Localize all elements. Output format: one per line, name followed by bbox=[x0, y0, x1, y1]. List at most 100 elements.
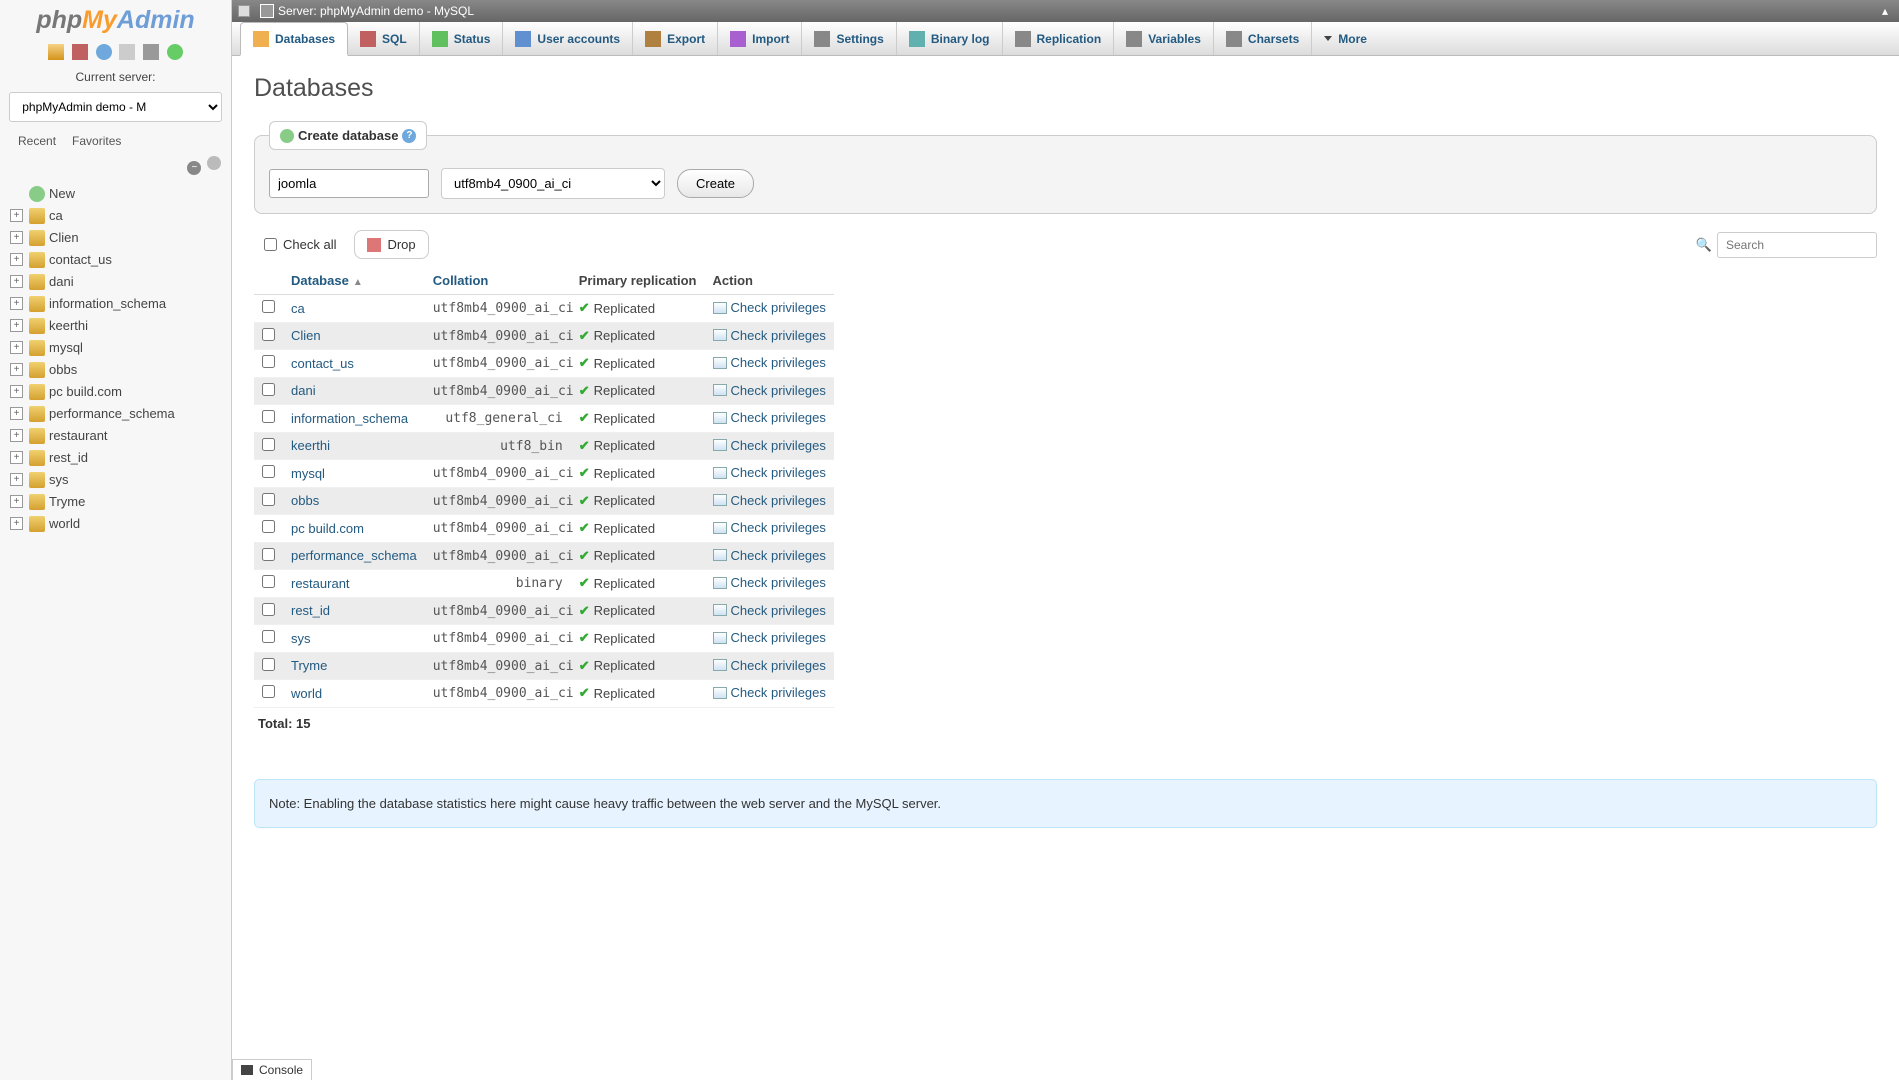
expand-icon[interactable]: + bbox=[10, 385, 23, 398]
database-link[interactable]: restaurant bbox=[291, 576, 350, 591]
col-collation[interactable]: Collation bbox=[425, 267, 571, 295]
check-privileges-link[interactable]: Check privileges bbox=[713, 383, 826, 398]
php-docs-icon[interactable] bbox=[119, 44, 135, 60]
docs-icon[interactable] bbox=[96, 44, 112, 60]
row-checkbox[interactable] bbox=[262, 658, 275, 671]
menu-databases[interactable]: Databases bbox=[240, 22, 348, 56]
tree-item[interactable]: +performance_schema bbox=[10, 403, 221, 425]
tree-item[interactable]: +world bbox=[10, 513, 221, 535]
nav-settings-icon[interactable] bbox=[143, 44, 159, 60]
menu-user-accounts[interactable]: User accounts bbox=[503, 22, 633, 55]
check-privileges-link[interactable]: Check privileges bbox=[713, 410, 826, 425]
col-database[interactable]: Database▲ bbox=[283, 267, 425, 295]
recent-tab[interactable]: Recent bbox=[10, 130, 64, 152]
tree-item[interactable]: +sys bbox=[10, 469, 221, 491]
expand-icon[interactable]: + bbox=[10, 363, 23, 376]
database-link[interactable]: obbs bbox=[291, 493, 319, 508]
drop-button[interactable]: Drop bbox=[354, 230, 428, 259]
expand-icon[interactable]: + bbox=[10, 495, 23, 508]
database-link[interactable]: Tryme bbox=[291, 658, 327, 673]
expand-icon[interactable]: + bbox=[10, 231, 23, 244]
check-privileges-link[interactable]: Check privileges bbox=[713, 685, 826, 700]
tree-item[interactable]: +information_schema bbox=[10, 293, 221, 315]
tree-item[interactable]: +keerthi bbox=[10, 315, 221, 337]
database-link[interactable]: pc build.com bbox=[291, 521, 364, 536]
create-button[interactable]: Create bbox=[677, 169, 754, 198]
collapse-tree-icon[interactable]: − bbox=[187, 161, 201, 175]
logout-icon[interactable] bbox=[72, 44, 88, 60]
database-link[interactable]: world bbox=[291, 686, 322, 701]
tree-item[interactable]: +contact_us bbox=[10, 249, 221, 271]
check-privileges-link[interactable]: Check privileges bbox=[713, 300, 826, 315]
collapse-sidebar-icon[interactable] bbox=[238, 5, 250, 17]
database-link[interactable]: performance_schema bbox=[291, 548, 417, 563]
check-privileges-link[interactable]: Check privileges bbox=[713, 520, 826, 535]
check-privileges-link[interactable]: Check privileges bbox=[713, 328, 826, 343]
check-privileges-link[interactable]: Check privileges bbox=[713, 493, 826, 508]
menu-charsets[interactable]: Charsets bbox=[1214, 22, 1312, 55]
row-checkbox[interactable] bbox=[262, 383, 275, 396]
tree-item[interactable]: +rest_id bbox=[10, 447, 221, 469]
menu-import[interactable]: Import bbox=[718, 22, 802, 55]
database-link[interactable]: sys bbox=[291, 631, 311, 646]
menu-export[interactable]: Export bbox=[633, 22, 718, 55]
row-checkbox[interactable] bbox=[262, 300, 275, 313]
menu-variables[interactable]: Variables bbox=[1114, 22, 1214, 55]
database-link[interactable]: contact_us bbox=[291, 356, 354, 371]
check-privileges-link[interactable]: Check privileges bbox=[713, 548, 826, 563]
expand-icon[interactable]: + bbox=[10, 451, 23, 464]
row-checkbox[interactable] bbox=[262, 548, 275, 561]
console-tab[interactable]: Console bbox=[232, 1059, 312, 1080]
expand-icon[interactable]: + bbox=[10, 341, 23, 354]
expand-icon[interactable]: + bbox=[10, 209, 23, 222]
check-privileges-link[interactable]: Check privileges bbox=[713, 575, 826, 590]
row-checkbox[interactable] bbox=[262, 493, 275, 506]
expand-icon[interactable]: + bbox=[10, 407, 23, 420]
expand-icon[interactable]: + bbox=[10, 517, 23, 530]
hide-topbar-icon[interactable]: ▴ bbox=[1877, 4, 1893, 18]
tree-item[interactable]: +dani bbox=[10, 271, 221, 293]
reload-icon[interactable] bbox=[167, 44, 183, 60]
database-link[interactable]: information_schema bbox=[291, 411, 408, 426]
row-checkbox[interactable] bbox=[262, 355, 275, 368]
database-name-input[interactable] bbox=[269, 169, 429, 198]
server-select[interactable]: phpMyAdmin demo - M bbox=[9, 92, 222, 122]
database-link[interactable]: dani bbox=[291, 383, 316, 398]
tree-item[interactable]: +obbs bbox=[10, 359, 221, 381]
row-checkbox[interactable] bbox=[262, 520, 275, 533]
menu-more[interactable]: More bbox=[1312, 22, 1379, 55]
database-link[interactable]: mysql bbox=[291, 466, 325, 481]
tree-new[interactable]: New bbox=[10, 183, 221, 205]
expand-icon[interactable]: + bbox=[10, 253, 23, 266]
menu-settings[interactable]: Settings bbox=[802, 22, 896, 55]
check-privileges-link[interactable]: Check privileges bbox=[713, 658, 826, 673]
database-link[interactable]: ca bbox=[291, 301, 305, 316]
database-link[interactable]: Clien bbox=[291, 328, 321, 343]
menu-status[interactable]: Status bbox=[420, 22, 504, 55]
collation-select[interactable]: utf8mb4_0900_ai_ci bbox=[441, 168, 665, 199]
favorites-tab[interactable]: Favorites bbox=[64, 130, 129, 152]
expand-icon[interactable]: + bbox=[10, 275, 23, 288]
row-checkbox[interactable] bbox=[262, 328, 275, 341]
row-checkbox[interactable] bbox=[262, 630, 275, 643]
tree-item[interactable]: +Tryme bbox=[10, 491, 221, 513]
expand-icon[interactable]: + bbox=[10, 319, 23, 332]
row-checkbox[interactable] bbox=[262, 575, 275, 588]
check-all[interactable]: Check all bbox=[254, 231, 346, 258]
database-link[interactable]: keerthi bbox=[291, 438, 330, 453]
tree-item[interactable]: +pc build.com bbox=[10, 381, 221, 403]
help-icon[interactable]: ? bbox=[402, 129, 416, 143]
tree-item[interactable]: +restaurant bbox=[10, 425, 221, 447]
breadcrumb-server[interactable]: Server: phpMyAdmin demo - MySQL bbox=[278, 4, 474, 18]
check-all-checkbox[interactable] bbox=[264, 238, 277, 251]
row-checkbox[interactable] bbox=[262, 438, 275, 451]
tree-item[interactable]: +ca bbox=[10, 205, 221, 227]
row-checkbox[interactable] bbox=[262, 603, 275, 616]
check-privileges-link[interactable]: Check privileges bbox=[713, 465, 826, 480]
tree-item[interactable]: +mysql bbox=[10, 337, 221, 359]
expand-icon[interactable]: + bbox=[10, 297, 23, 310]
expand-icon[interactable]: + bbox=[10, 429, 23, 442]
menu-binary-log[interactable]: Binary log bbox=[897, 22, 1003, 55]
menu-replication[interactable]: Replication bbox=[1003, 22, 1115, 55]
database-link[interactable]: rest_id bbox=[291, 603, 330, 618]
